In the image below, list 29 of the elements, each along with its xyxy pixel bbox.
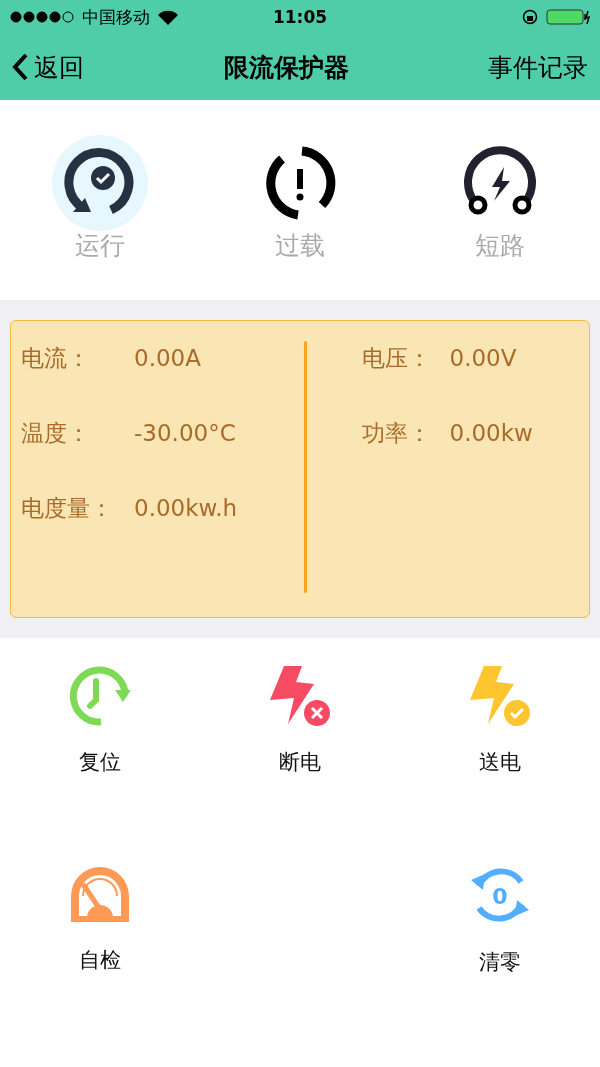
reading-value: 0.00kw.h [134,494,239,523]
reading-value: 0.00kw [449,419,534,448]
action-button[interactable]: 自检 [0,864,200,974]
event-log-button[interactable]: 事件记录 [488,50,588,84]
reading-label: 电流： [21,344,91,373]
clock-arrow-icon [69,664,131,726]
reading-label: 电度量： [21,494,114,523]
reading-value: 0.00V [449,344,518,373]
wifi-icon [158,9,178,25]
chevron-left-icon [12,53,28,81]
clock-time: 11:05 [272,7,328,27]
reading-value: -30.00°C [134,419,237,448]
carrier-name: 中国移动 [82,5,150,29]
speedometer-icon [69,864,131,924]
reading-value: 0.00A [134,344,202,373]
reading-label: 功率： [361,419,432,448]
action-button[interactable]: 复位 [0,664,200,776]
action-button[interactable]: 0 清零 [400,864,600,976]
action-button[interactable]: 送电 [400,664,600,776]
rotation-lock-icon [522,9,538,25]
back-button[interactable]: 返回 [12,50,84,84]
battery-icon [546,9,590,25]
page-title: 限流保护器 [223,51,349,84]
reading-label: 电压： [361,344,432,373]
signal-icon [10,11,74,23]
bolt-cross-icon [268,664,332,726]
action-button[interactable]: 断电 [200,664,400,776]
bolt-check-icon [468,664,532,726]
reading-label: 温度： [21,419,91,448]
